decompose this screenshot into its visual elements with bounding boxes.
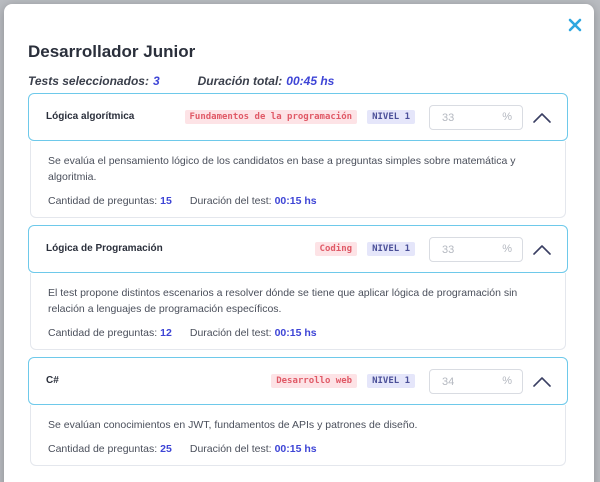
test-card-header[interactable]: Lógica de Programación Coding NIVEL 1 % — [28, 225, 568, 273]
category-badge: Fundamentos de la programación — [184, 110, 358, 124]
percent-field[interactable]: % — [429, 237, 523, 262]
percent-input[interactable] — [430, 370, 500, 393]
collapse-button[interactable] — [531, 372, 553, 392]
category-badge: Coding — [314, 242, 358, 256]
chevron-up-icon[interactable] — [531, 372, 553, 392]
close-icon[interactable] — [564, 14, 586, 36]
test-tags: Desarrollo web NIVEL 1 — [271, 374, 415, 388]
question-count-label: Cantidad de preguntas: — [48, 195, 158, 207]
percent-field[interactable]: % — [429, 105, 523, 130]
test-duration-value: 00:15 hs — [274, 443, 317, 455]
test-name: Lógica algorítmica — [46, 111, 135, 122]
test-description: El test propone distintos escenarios a r… — [48, 287, 518, 315]
test-meta: Cantidad de preguntas: 12 Duración del tes… — [48, 327, 549, 339]
test-card: Lógica algorítmica Fundamentos de la pro… — [28, 93, 568, 218]
test-card-header[interactable]: Lógica algorítmica Fundamentos de la pro… — [28, 93, 568, 141]
test-card-body: Se evalúa el pensamiento lógico de los c… — [30, 141, 566, 218]
test-selection-modal: Desarrollador Junior Tests seleccionados… — [4, 4, 594, 482]
percent-input[interactable] — [430, 106, 500, 129]
test-name: Lógica de Programación — [46, 243, 163, 254]
total-duration-label: Duración total: — [197, 74, 283, 88]
category-badge: Desarrollo web — [271, 374, 358, 388]
collapse-button[interactable] — [531, 108, 553, 128]
test-duration-label: Duración del test: — [189, 443, 272, 455]
percent-field[interactable]: % — [429, 369, 523, 394]
test-card-header[interactable]: C# Desarrollo web NIVEL 1 % — [28, 357, 568, 405]
test-duration-label: Duración del test: — [189, 195, 272, 207]
test-card: Lógica de Programación Coding NIVEL 1 % … — [28, 225, 568, 350]
modal-title: Desarrollador Junior — [28, 42, 196, 61]
summary-bar: Tests seleccionados: 3 Duración total: 00:4… — [28, 74, 334, 88]
test-duration-value: 00:15 hs — [274, 327, 317, 339]
question-count-value: 12 — [160, 327, 172, 339]
test-meta: Cantidad de preguntas: 15 Duración del tes… — [48, 195, 549, 207]
chevron-up-icon[interactable] — [531, 240, 553, 260]
percent-unit: % — [502, 111, 512, 123]
total-duration-value: 00:45 hs — [286, 74, 335, 88]
tests-selected-label: Tests seleccionados: — [28, 74, 149, 88]
percent-unit: % — [502, 375, 512, 387]
test-duration-label: Duración del test: — [189, 327, 272, 339]
question-count-label: Cantidad de preguntas: — [48, 443, 158, 455]
percent-input[interactable] — [430, 238, 500, 261]
question-count-value: 25 — [160, 443, 172, 455]
close-button[interactable] — [564, 14, 586, 36]
level-badge: NIVEL 1 — [367, 110, 415, 124]
level-badge: NIVEL 1 — [367, 242, 415, 256]
test-name: C# — [46, 375, 59, 386]
test-card: C# Desarrollo web NIVEL 1 % Se evalúan c… — [28, 357, 568, 466]
question-count-label: Cantidad de preguntas: — [48, 327, 158, 339]
test-description: Se evalúan conocimientos en JWT, fundame… — [48, 419, 418, 431]
test-meta: Cantidad de preguntas: 25 Duración del tes… — [48, 443, 549, 455]
tests-selected-value: 3 — [152, 74, 160, 88]
percent-unit: % — [502, 243, 512, 255]
test-card-body: El test propone distintos escenarios a r… — [30, 273, 566, 350]
test-tags: Coding NIVEL 1 — [314, 242, 415, 256]
test-description: Se evalúa el pensamiento lógico de los c… — [48, 155, 516, 183]
test-tags: Fundamentos de la programación NIVEL 1 — [184, 110, 415, 124]
chevron-up-icon[interactable] — [531, 108, 553, 128]
test-card-body: Se evalúan conocimientos en JWT, fundame… — [30, 405, 566, 466]
level-badge: NIVEL 1 — [367, 374, 415, 388]
test-duration-value: 00:15 hs — [274, 195, 317, 207]
question-count-value: 15 — [160, 195, 172, 207]
collapse-button[interactable] — [531, 240, 553, 260]
